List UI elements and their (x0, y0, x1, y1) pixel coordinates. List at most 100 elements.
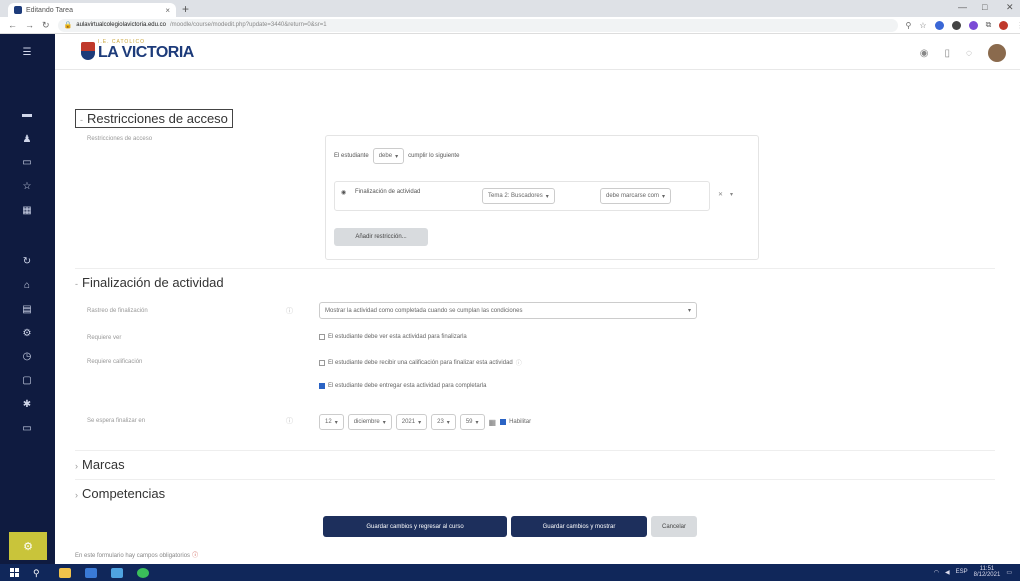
enable-checkbox-row[interactable]: Habilitar (500, 419, 531, 425)
extension-icon[interactable] (951, 20, 961, 30)
eye-icon[interactable]: ◉ (341, 189, 346, 196)
main-content: - Restricciones de acceso Restricciones d… (55, 70, 1020, 564)
back-icon[interactable]: ← (8, 20, 17, 30)
move-condition-icon[interactable]: ▾ (730, 191, 733, 198)
file-explorer-icon[interactable] (59, 567, 71, 578)
avatar[interactable] (988, 44, 1006, 62)
save-show-button[interactable]: Guardar cambios y mostrar (511, 516, 647, 537)
submit-checkbox-row[interactable]: El estudiante debe entregar esta activid… (319, 383, 486, 389)
system-tray: ◠ ◀ ESP 11:51 8/12/2021 ▭ (934, 566, 1012, 578)
minimize-icon[interactable]: — (958, 2, 967, 12)
file-icon[interactable]: ▢ (20, 374, 34, 388)
collapse-caret-icon: - (80, 115, 83, 125)
chevron-down-icon: ▾ (545, 193, 549, 200)
activity-select[interactable]: Tema 2: Buscadores ▾ (482, 188, 555, 204)
forward-icon[interactable]: → (25, 20, 34, 30)
url-input[interactable]: 🔒 aulavirtualcolegiolavictoria.edu.co /m… (57, 18, 898, 32)
school-logo[interactable]: I.E. CATOLICO LA VICTORIA (81, 40, 194, 61)
language-icon[interactable]: ◉ (920, 48, 929, 59)
mail-icon[interactable] (111, 567, 123, 578)
expand-caret-icon: › (75, 461, 78, 471)
save-return-button[interactable]: Guardar cambios y regresar al curso (323, 516, 507, 537)
section-restrictions[interactable]: - Restricciones de acceso (75, 109, 233, 128)
folder-icon[interactable]: ▭ (20, 422, 34, 436)
section-tags[interactable]: › Marcas (75, 457, 125, 472)
menu-dots-icon[interactable]: ⋮ (1016, 21, 1020, 30)
header-actions: ◉ ▯ ◌ (920, 44, 1006, 62)
store-icon[interactable] (85, 567, 97, 578)
chrome-icon[interactable] (137, 567, 149, 578)
book-icon[interactable]: ▦ (20, 204, 34, 218)
grade-checkbox-row[interactable]: El estudiante debe recibir una calificac… (319, 358, 522, 367)
profile-icon[interactable] (999, 20, 1009, 30)
settings-icon[interactable]: ⚙ (20, 327, 34, 341)
clock-icon[interactable]: ◷ (20, 350, 34, 364)
completion-select[interactable]: debe marcarse com ▾ (600, 188, 672, 204)
grade-checkbox[interactable] (319, 359, 325, 366)
extension-icon[interactable] (934, 20, 944, 30)
restriction-suffix: cumplir lo siguiente (408, 153, 460, 159)
cancel-button[interactable]: Cancelar (651, 516, 697, 537)
clock[interactable]: 11:51 8/12/2021 (974, 566, 1001, 578)
address-bar-row: ← → ↻ 🔒 aulavirtualcolegiolavictoria.edu… (0, 17, 1020, 34)
new-tab-button[interactable]: + (182, 2, 189, 16)
hamburger-icon[interactable]: ☰ (20, 46, 34, 60)
calendar-icon[interactable]: ▭ (20, 156, 34, 170)
help-icon[interactable]: ⓘ (286, 306, 293, 316)
delete-condition-icon[interactable]: ✕ (718, 191, 723, 198)
notifications-icon[interactable]: ▭ (1006, 569, 1012, 576)
windows-start-icon[interactable] (10, 568, 19, 577)
messages-icon[interactable]: ◌ (966, 48, 972, 59)
chevron-down-icon: ▾ (446, 419, 450, 426)
must-select[interactable]: debe ▾ (372, 148, 405, 164)
tracking-select[interactable]: Mostrar la actividad como completada cua… (319, 302, 697, 319)
collapse-caret-icon: - (75, 279, 78, 289)
volume-icon[interactable]: ◀ (945, 569, 950, 576)
add-restriction-button[interactable]: Añadir restricción... (334, 228, 428, 246)
calendar-icon[interactable]: ▦ (489, 418, 497, 427)
dashboard-icon[interactable]: ▬ (20, 108, 34, 122)
chevron-down-icon: ▾ (395, 153, 399, 160)
expected-date-group: 12 ▾ diciembre ▾ 2021 ▾ 23 ▾ 59 ▾ ▦ Habilitar (319, 414, 531, 430)
star-icon[interactable]: ☆ (20, 180, 34, 194)
required-icon: ⓘ (192, 553, 199, 559)
close-window-icon[interactable]: ✕ (1006, 2, 1014, 13)
divider (75, 268, 995, 269)
language-indicator[interactable]: ESP (956, 569, 968, 575)
tab-close-icon[interactable]: × (165, 6, 170, 15)
accessibility-button[interactable]: ⚙ (9, 532, 47, 560)
help-icon[interactable]: ⓘ (516, 358, 522, 367)
help-icon[interactable]: ⓘ (286, 416, 293, 426)
year-select[interactable]: 2021 ▾ (395, 414, 428, 430)
field-label: Restricciones de acceso (87, 136, 153, 142)
grid-icon[interactable]: ▤ (20, 303, 34, 317)
section-competencies[interactable]: › Competencias (75, 486, 165, 501)
minute-select[interactable]: 59 ▾ (459, 414, 485, 430)
wifi-icon[interactable]: ◠ (934, 569, 939, 576)
field-label: Se espera finalizar en (87, 418, 146, 424)
month-select[interactable]: diciembre ▾ (347, 414, 392, 430)
reload-icon[interactable]: ↻ (42, 20, 50, 31)
section-completion[interactable]: - Finalización de actividad (75, 275, 224, 290)
maximize-icon[interactable]: □ (982, 2, 987, 12)
view-checkbox-row[interactable]: El estudiante debe ver esta actividad pa… (319, 334, 467, 340)
hour-select[interactable]: 23 ▾ (431, 414, 456, 430)
home-icon[interactable]: ⌂ (20, 279, 34, 293)
view-checkbox[interactable] (319, 334, 325, 340)
chevron-down-icon: ▾ (687, 308, 691, 314)
notifications-icon[interactable]: ▯ (945, 48, 951, 59)
day-select[interactable]: 12 ▾ (319, 414, 344, 430)
extension-icon[interactable] (968, 20, 978, 30)
users-icon[interactable]: ♟ (20, 133, 34, 147)
chevron-down-icon: ▾ (418, 419, 422, 426)
refresh-icon[interactable]: ↻ (20, 255, 34, 269)
lock-icon: 🔒 (63, 22, 73, 29)
browser-tab[interactable]: Editando Tarea × (8, 3, 176, 17)
puzzle-icon[interactable]: ⧉ (986, 20, 992, 30)
star-icon[interactable]: ☆ (919, 21, 926, 30)
search-icon[interactable]: ⚲ (906, 21, 912, 30)
submit-checkbox[interactable] (319, 383, 325, 389)
search-icon[interactable]: ⚲ (33, 568, 45, 578)
enable-checkbox[interactable] (500, 419, 507, 425)
gear-icon[interactable]: ✱ (20, 398, 34, 412)
